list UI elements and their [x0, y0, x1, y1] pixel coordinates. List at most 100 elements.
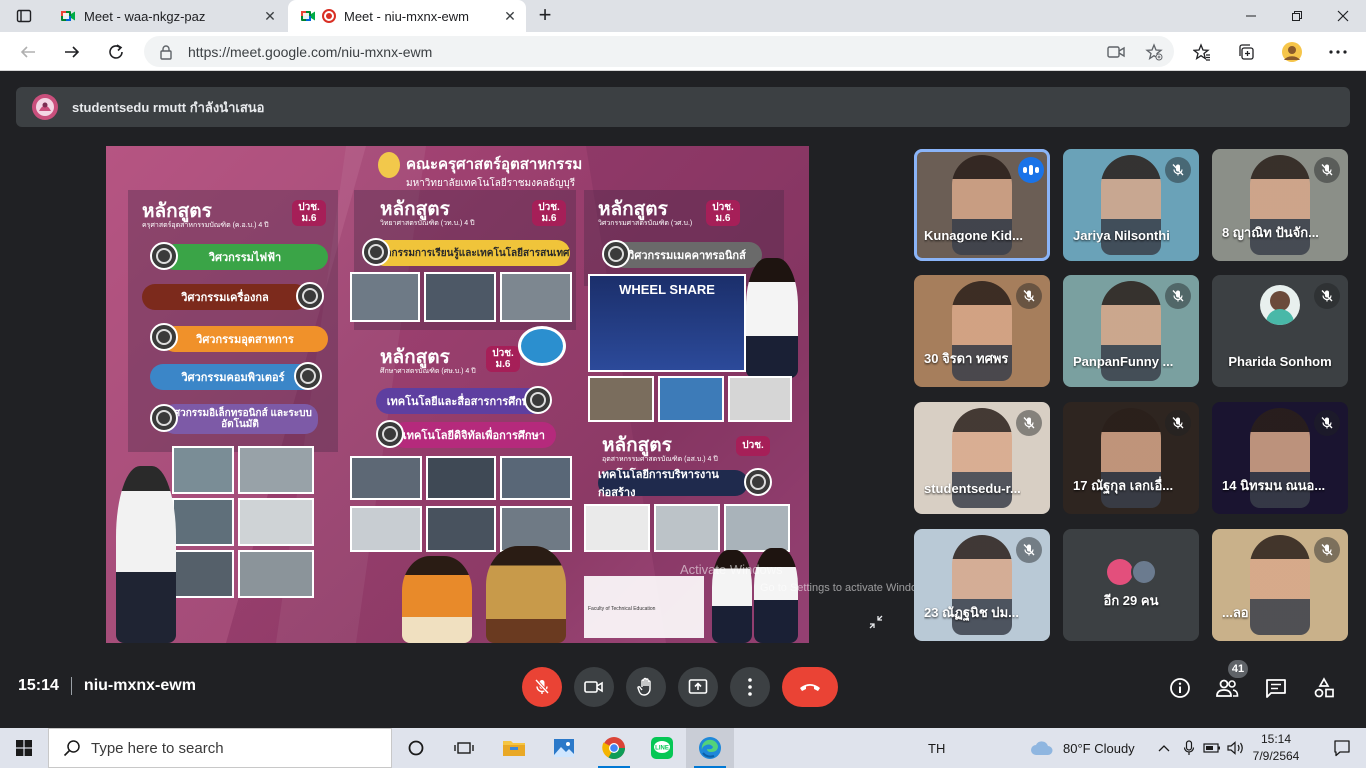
gear-icon: [150, 404, 178, 432]
participant-name: studentsedu-r...: [924, 481, 1021, 496]
program-item: เทคโนโลยีและสื่อสารการศึกษา: [376, 388, 546, 414]
participant-tile[interactable]: อีก 29 คน: [1063, 529, 1199, 641]
show-everyone-button[interactable]: [1215, 676, 1239, 700]
participant-tile[interactable]: Jariya Nilsonthi: [1063, 149, 1199, 261]
battery-icon[interactable]: [1200, 728, 1224, 768]
mic-off-icon: [1016, 283, 1042, 309]
back-icon[interactable]: [16, 40, 40, 64]
search-placeholder: Type here to search: [91, 739, 224, 757]
restore-icon[interactable]: [1274, 0, 1320, 32]
cortana-icon[interactable]: [392, 728, 440, 768]
participant-tile[interactable]: 8 ญาณิท ปันจัก...: [1212, 149, 1348, 261]
url-text[interactable]: https://meet.google.com/niu-mxnx-ewm: [188, 44, 432, 60]
taskbar-search-box[interactable]: Type here to search: [48, 728, 392, 768]
volume-icon[interactable]: [1224, 728, 1248, 768]
activity-photo: [500, 272, 572, 322]
camera-button[interactable]: [574, 667, 614, 707]
gear-icon: [296, 282, 324, 310]
presenter-avatar: [32, 94, 58, 120]
contact-card: Faculty of Technical Education: [584, 576, 704, 638]
task-view-icon[interactable]: [440, 728, 488, 768]
participant-tile[interactable]: 14 นิทรมน ณนอ...: [1212, 402, 1348, 514]
participant-tile[interactable]: 30 จิรดา ทศพร: [914, 275, 1050, 387]
tab-actions-icon[interactable]: [8, 4, 40, 28]
camera-in-use-icon[interactable]: [1106, 42, 1126, 62]
file-explorer-icon[interactable]: [490, 728, 538, 768]
people-icon: [1216, 679, 1239, 697]
microphone-off-button[interactable]: [522, 667, 562, 707]
activity-photo: [426, 506, 496, 552]
more-options-button[interactable]: [730, 667, 770, 707]
reload-icon[interactable]: [104, 40, 128, 64]
more-options-icon[interactable]: [1326, 40, 1350, 64]
participant-avatar: [1107, 559, 1133, 585]
chrome-icon[interactable]: [590, 728, 638, 768]
program-item: วิศวกรรมเครื่องกล: [142, 284, 308, 310]
favorites-icon[interactable]: [1190, 40, 1214, 64]
address-bar[interactable]: https://meet.google.com/niu-mxnx-ewm: [144, 36, 1174, 67]
participant-tile[interactable]: studentsedu-r...: [914, 402, 1050, 514]
notifications-icon[interactable]: [1318, 728, 1366, 768]
collapse-icon[interactable]: [868, 614, 884, 630]
participant-avatar: [1131, 559, 1157, 585]
collections-icon[interactable]: [1234, 40, 1258, 64]
student-figure: [116, 466, 176, 643]
raise-hand-button[interactable]: [626, 667, 666, 707]
participant-tile[interactable]: 23 ณัฏฐนิช บ่ม...: [914, 529, 1050, 641]
student-figure: [402, 556, 472, 643]
participant-tile[interactable]: 17 ณัฐกุล เลกเอื่...: [1063, 402, 1199, 514]
microphone-tray-icon[interactable]: [1178, 728, 1200, 768]
header-line-2: มหาวิทยาลัยเทคโนโลยีราชมงคลธัญบุรี: [406, 178, 576, 189]
meeting-details-button[interactable]: [1168, 676, 1192, 700]
tab-title: Meet - waa-nkgz-paz: [84, 8, 206, 24]
add-favorite-icon[interactable]: [1144, 42, 1164, 62]
leave-call-button[interactable]: [782, 667, 838, 707]
weather-text[interactable]: 80°F Cloudy: [1063, 728, 1135, 768]
minimize-icon[interactable]: [1228, 0, 1274, 32]
tab-meet-niu[interactable]: Meet - niu-mxnx-ewm ✕: [288, 0, 526, 32]
camera-icon: [584, 681, 603, 693]
line-app-icon[interactable]: LINE: [638, 728, 686, 768]
participant-name: PanpanFunny ...: [1073, 354, 1174, 369]
mic-off-icon: [1314, 410, 1340, 436]
mic-off-icon: [1314, 157, 1340, 183]
gear-icon: [744, 468, 772, 496]
activity-photo: [584, 504, 650, 552]
wheelshare-banner: WHEEL SHARE: [588, 274, 746, 372]
mic-off-icon: [1165, 157, 1191, 183]
edge-icon[interactable]: [686, 728, 734, 768]
tab-meet-waa[interactable]: Meet - waa-nkgz-paz ✕: [48, 0, 286, 32]
participant-tile[interactable]: PanpanFunny ...: [1063, 275, 1199, 387]
google-meet-icon: [61, 11, 75, 21]
program-subtitle: ครุศาสตร์อุตสาหกรรมบัณฑิต (ค.อ.บ.) 4 ปี: [142, 222, 269, 229]
participant-tile[interactable]: ...ลอ: [1212, 529, 1348, 641]
mic-off-icon: [1314, 537, 1340, 563]
show-hidden-icons-icon[interactable]: [1152, 728, 1176, 768]
activities-button[interactable]: [1312, 676, 1336, 700]
close-tab-icon[interactable]: ✕: [502, 8, 518, 24]
activity-photo: [350, 506, 422, 552]
new-tab-icon[interactable]: +: [534, 4, 556, 28]
input-language[interactable]: TH: [928, 728, 945, 768]
svg-text:LINE: LINE: [655, 746, 669, 752]
activity-photo: [350, 272, 420, 322]
activity-photo: [654, 504, 720, 552]
forward-icon[interactable]: [60, 40, 84, 64]
system-clock[interactable]: 15:14 7/9/2564: [1248, 731, 1304, 765]
chat-icon: [1266, 679, 1286, 698]
close-window-icon[interactable]: [1320, 0, 1366, 32]
photos-icon[interactable]: [540, 728, 588, 768]
gear-icon: [524, 386, 552, 414]
participant-count-badge: 41: [1228, 660, 1248, 678]
lock-icon: [160, 45, 172, 60]
close-tab-icon[interactable]: ✕: [262, 8, 278, 24]
divider: [70, 677, 72, 695]
presentation-header: คณะครุศาสตร์อุตสาหกรรม มหาวิทยาลัยเทคโนโ…: [406, 152, 606, 191]
participant-tile[interactable]: Kunagone Kid...: [914, 149, 1050, 261]
present-now-button[interactable]: [678, 667, 718, 707]
profile-avatar-icon[interactable]: [1280, 40, 1304, 64]
chat-button[interactable]: [1264, 676, 1288, 700]
windows-taskbar: Type here to search LINE TH 80°F Cloudy …: [0, 728, 1366, 768]
windows-start-icon[interactable]: [0, 728, 48, 768]
participant-tile[interactable]: Pharida Sonhom: [1212, 275, 1348, 387]
